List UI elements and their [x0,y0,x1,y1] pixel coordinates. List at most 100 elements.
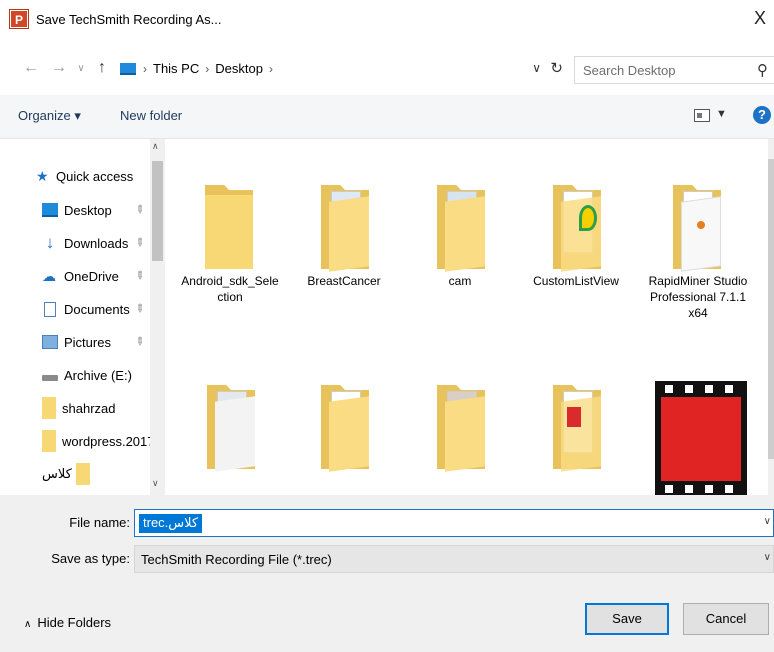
file-item-label: cam [448,274,472,288]
command-bar: Organize ▾ New folder ▼ ? [0,95,774,139]
navigation-pane: ★ Quick access Desktop ✎ ↓ Downloads ✎ ☁… [0,139,165,495]
save-button[interactable]: Save [585,603,669,635]
sidebar-item-wordpress[interactable]: wordpress.2017- [42,426,165,456]
download-icon: ↓ [45,233,55,252]
breadcrumb-desktop[interactable]: Desktop [215,61,263,76]
file-name-value[interactable]: کلاس.trec [139,514,203,533]
file-item-folder-6[interactable] [171,367,289,479]
file-item-breastcancer[interactable]: BreastCancer [285,161,403,289]
file-list-scrollbar[interactable] [768,139,774,495]
file-name-field[interactable]: کلاس.trec ∨ [134,509,774,537]
pin-icon[interactable]: ✎ [132,235,148,250]
cancel-button[interactable]: Cancel [683,603,769,635]
save-type-select[interactable]: TechSmith Recording File (*.trec) ∨ [134,545,774,573]
address-dropdown-icon[interactable]: ∨ [532,61,541,75]
star-icon: ★ [36,168,49,184]
sidebar-item-label: OneDrive [64,268,119,284]
folder-icon [285,161,403,272]
view-dropdown-icon[interactable]: ▼ [716,108,727,120]
hide-folders-button[interactable]: ∧ Hide Folders [24,615,111,630]
file-item-label: CustomListView [533,274,619,288]
folder-icon [171,367,289,477]
close-button[interactable]: X [750,8,770,30]
pin-icon[interactable]: ✎ [132,301,148,316]
app-icon: P [9,9,29,29]
documents-icon [44,301,56,317]
drive-icon [42,375,58,381]
sidebar-item-shahrzad[interactable]: shahrzad [42,393,165,423]
save-type-value: TechSmith Recording File (*.trec) [141,552,332,567]
file-item-folder-8[interactable] [401,367,519,479]
sidebar-item-label: Documents [64,301,130,317]
save-panel: File name: کلاس.trec ∨ Save as type: Tec… [0,495,774,652]
pin-icon[interactable]: ✎ [132,202,148,217]
chevron-up-icon: ∧ [24,619,32,630]
back-button[interactable]: ← [22,59,40,77]
new-folder-button[interactable]: New folder [120,108,182,123]
breadcrumb-this-pc[interactable]: This PC [153,61,199,76]
video-file-icon [639,367,757,495]
address-bar[interactable]: › This PC › Desktop › ∨ ↻ [117,56,571,84]
help-button[interactable]: ? [753,106,771,124]
window-title: Save TechSmith Recording As... [36,12,222,27]
chevron-down-icon[interactable]: ∨ [764,516,771,527]
search-icon: ⚲ [757,62,768,79]
sidebar-item-quick-access[interactable]: ★ Quick access [36,161,165,191]
file-item-android-sdk[interactable]: Android_sdk_Sele ction [171,161,289,305]
sidebar-item-label: Downloads [64,235,129,251]
sidebar-item-label: Pictures [64,334,111,350]
organize-button[interactable]: Organize ▾ [18,108,81,124]
file-item-cam[interactable]: cam [401,161,519,289]
folder-icon [171,161,289,271]
file-list-scrollbar-thumb[interactable] [768,159,774,459]
breadcrumb: › This PC › Desktop › [143,61,273,76]
sidebar-scrollbar[interactable]: ∧ ∨ [150,139,165,495]
scroll-down-icon[interactable]: ∨ [152,478,159,489]
save-type-label: Save as type: [51,551,130,566]
folder-icon [401,161,519,272]
folder-icon [517,367,635,477]
chevron-down-icon[interactable]: ∨ [764,552,771,563]
sidebar-item-label: Archive (E:) [64,367,132,383]
sidebar-item-label: Quick access [56,168,134,184]
file-item-folder-7[interactable] [285,367,403,479]
pictures-icon [42,335,58,349]
view-options-icon[interactable] [694,109,710,122]
sidebar-item-onedrive[interactable]: ☁ OneDrive ✎ [42,261,165,291]
scroll-up-icon[interactable]: ∧ [152,141,159,152]
file-item-label: RapidMiner Studio Professional 7.1.1 x64 [648,274,748,320]
arrow-left-icon: ← [23,59,39,76]
chevron-down-icon: ∨ [77,63,85,74]
arrow-right-icon: → [51,59,67,76]
sidebar-item-documents[interactable]: Documents ✎ [42,294,165,324]
file-item-label: BreastCancer [307,274,381,288]
desktop-icon [42,203,58,217]
file-item-folder-9[interactable] [517,367,635,479]
breadcrumb-separator-icon: › [143,61,147,76]
folder-icon [285,367,403,477]
this-pc-icon [120,63,136,75]
file-item-rapidminer[interactable]: RapidMiner Studio Professional 7.1.1 x64 [639,161,757,321]
file-name-label: File name: [69,515,130,530]
sidebar-item-archive[interactable]: Archive (E:) [42,360,165,390]
up-button[interactable]: ↑ [93,59,111,77]
refresh-icon[interactable]: ↻ [550,59,563,77]
pin-icon[interactable]: ✎ [132,334,148,349]
sidebar-scrollbar-thumb[interactable] [152,161,163,261]
pin-icon[interactable]: ✎ [132,268,148,283]
sidebar-item-pictures[interactable]: Pictures ✎ [42,327,165,357]
sidebar-item-downloads[interactable]: ↓ Downloads ✎ [42,228,165,258]
search-input[interactable]: Search Desktop ⚲ [574,56,774,84]
folder-icon [639,161,757,272]
hide-folders-label: Hide Folders [37,615,112,630]
recent-locations-button[interactable]: ∨ [72,63,90,74]
sidebar-item-class[interactable]: کلاس [42,459,150,489]
file-item-customlistview[interactable]: CustomListView [517,161,635,289]
file-item-label: Android_sdk_Sele ction [181,274,279,304]
forward-button[interactable]: → [50,59,68,77]
title-bar: P Save TechSmith Recording As... X [0,0,774,44]
sidebar-item-desktop[interactable]: Desktop ✎ [42,195,165,225]
cloud-icon: ☁ [42,268,56,284]
file-item-video[interactable] [639,367,757,495]
breadcrumb-separator-icon: › [205,61,210,76]
